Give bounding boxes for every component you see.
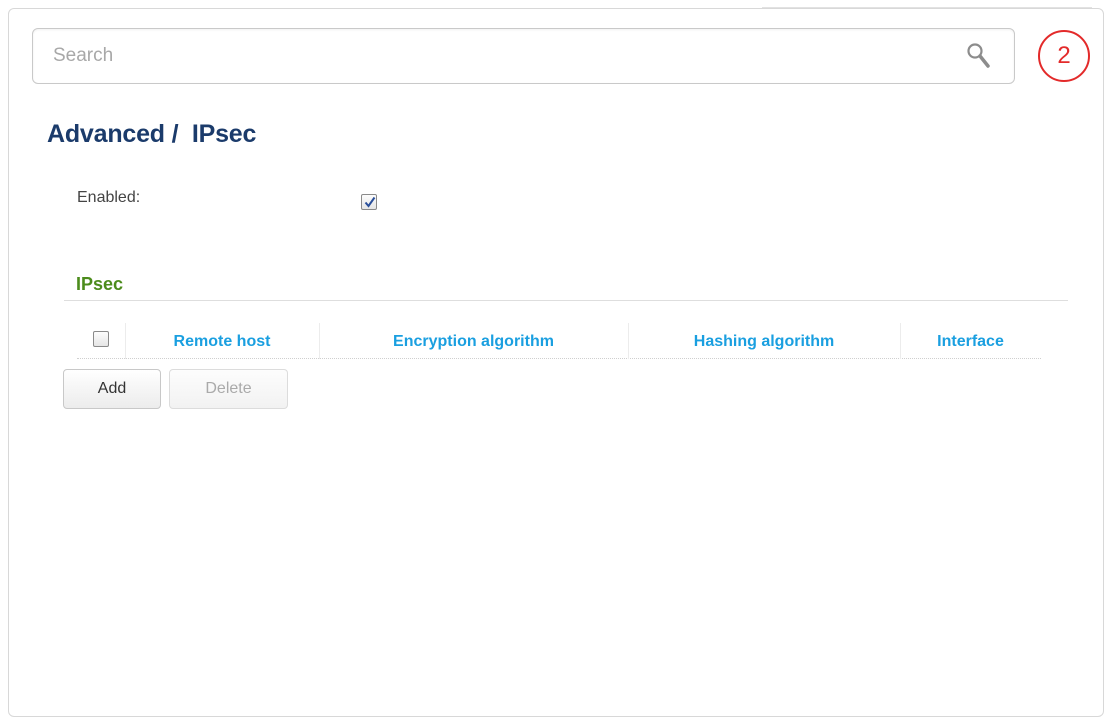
enabled-checkbox[interactable] bbox=[361, 194, 377, 210]
page-title: Advanced / IPsec bbox=[47, 120, 257, 148]
column-header-remote-host[interactable]: Remote host bbox=[125, 323, 319, 359]
search-box[interactable] bbox=[32, 28, 1015, 84]
delete-button[interactable]: Delete bbox=[169, 369, 288, 409]
callout-number: 2 bbox=[1038, 30, 1090, 82]
column-header-interface[interactable]: Interface bbox=[900, 323, 1041, 359]
search-input[interactable] bbox=[53, 41, 953, 71]
table-header: Remote host Encryption algorithm Hashing… bbox=[77, 323, 1041, 359]
panel-edge bbox=[762, 0, 1092, 8]
select-all-checkbox[interactable] bbox=[93, 331, 109, 347]
section-title: IPsec bbox=[76, 274, 124, 294]
add-button[interactable]: Add bbox=[63, 369, 161, 409]
checkmark-icon bbox=[364, 196, 376, 208]
column-header-encryption-algorithm[interactable]: Encryption algorithm bbox=[319, 323, 628, 359]
section-divider bbox=[64, 300, 1068, 301]
enabled-label: Enabled: bbox=[77, 189, 141, 206]
search-icon[interactable] bbox=[965, 41, 993, 71]
content-panel bbox=[8, 8, 1104, 717]
column-header-hashing-algorithm[interactable]: Hashing algorithm bbox=[628, 323, 900, 359]
